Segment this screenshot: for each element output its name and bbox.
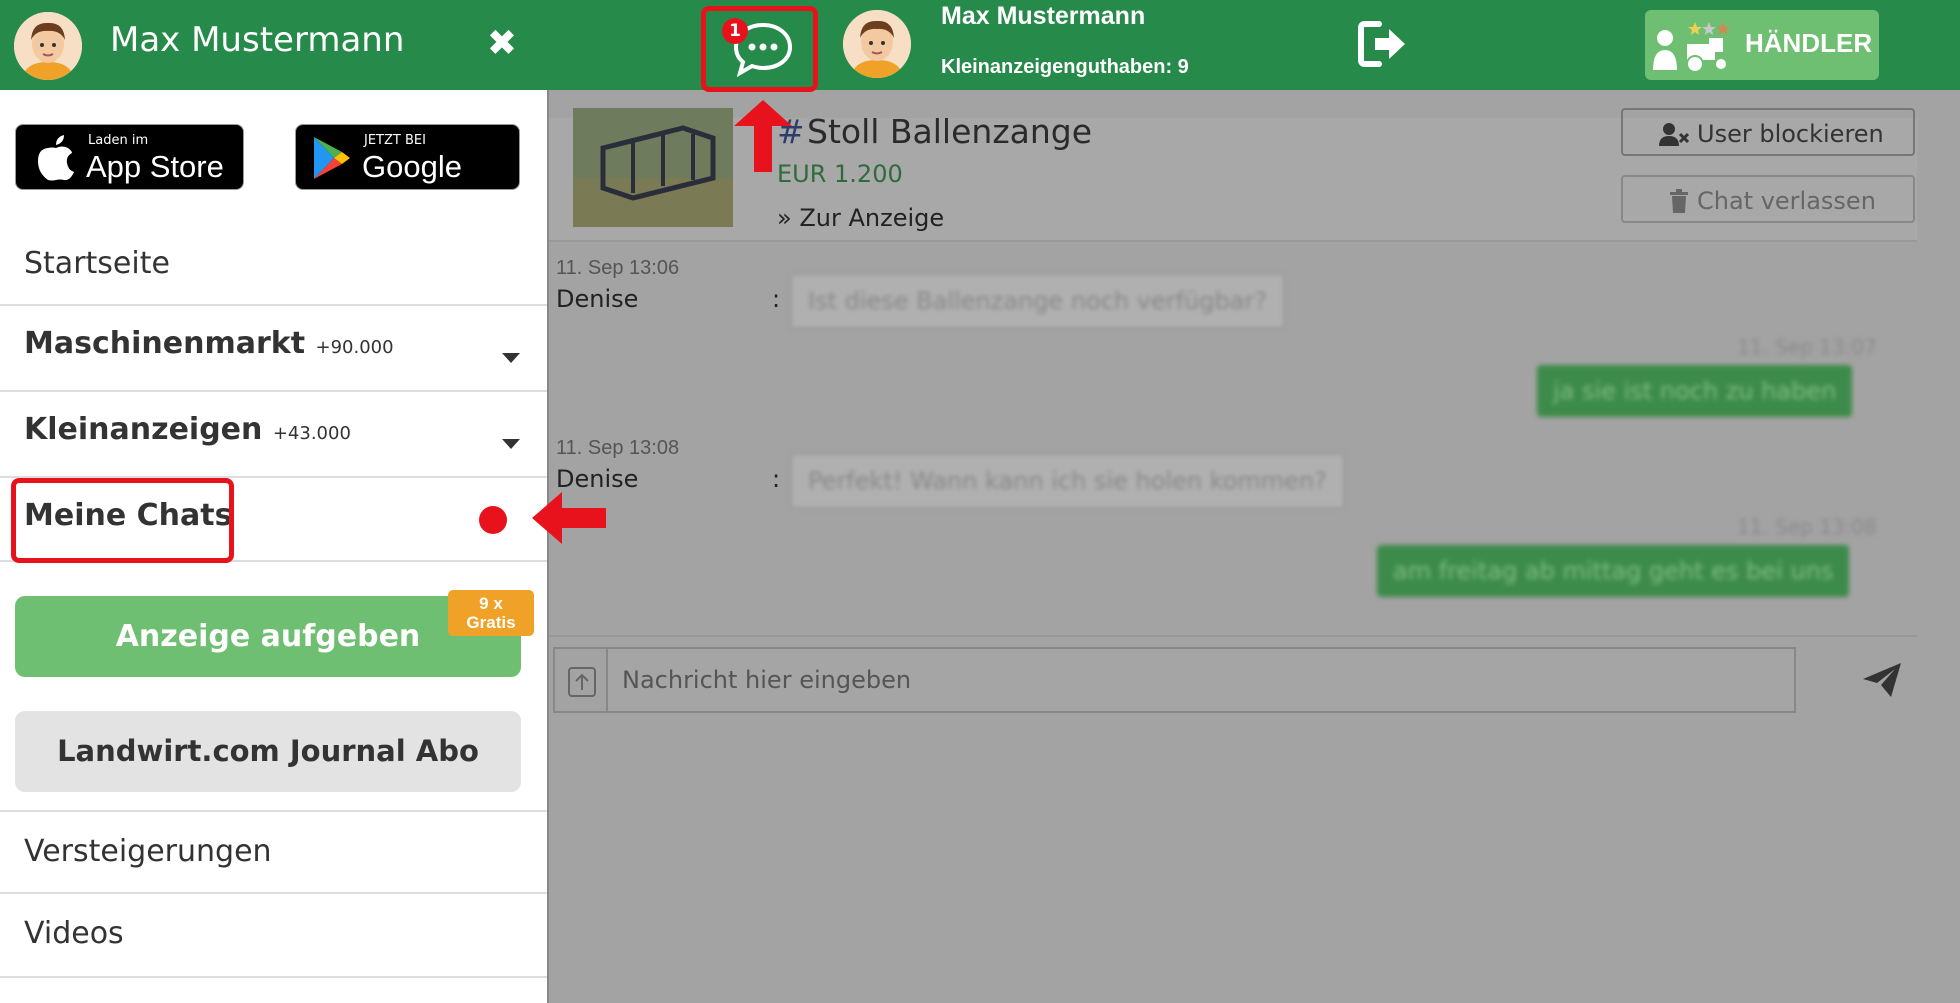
ad-title[interactable]: Stoll Ballenzange xyxy=(807,112,1092,151)
gratis-line-1: 9 x xyxy=(479,594,503,613)
credit-label: Kleinanzeigenguthaben: 9 xyxy=(941,56,1189,78)
message-colon: : xyxy=(772,285,781,313)
chevron-down-icon[interactable] xyxy=(502,353,520,363)
menu-label: Startseite xyxy=(24,246,170,281)
message-bubble-own: ja sie ist noch zu haben xyxy=(1537,365,1853,417)
leave-chat-button[interactable]: Chat verlassen xyxy=(1621,175,1915,223)
menu-count: +43.000 xyxy=(272,423,351,444)
gratis-line-2: Gratis xyxy=(466,613,516,632)
dealer-icon xyxy=(1653,22,1730,73)
journal-button[interactable]: Landwirt.com Journal Abo xyxy=(15,711,521,792)
message-colon: : xyxy=(772,465,781,493)
dealer-button[interactable]: HÄNDLER xyxy=(1645,10,1879,80)
message-time: 11. Sep 13:08 xyxy=(556,437,680,459)
google-play-text: Google Play xyxy=(362,149,462,220)
menu-item-maschinenmarkt[interactable]: Maschinenmarkt +90.000 xyxy=(0,306,547,392)
menu-label: Versteigerungen xyxy=(24,834,272,869)
menu-item-startseite[interactable]: Startseite xyxy=(0,222,547,306)
menu-item-videos[interactable]: Videos xyxy=(0,894,547,978)
menu-count: +90.000 xyxy=(315,337,394,358)
menu-label: Kleinanzeigen xyxy=(24,412,263,447)
message-bubble-own: am freitag ab mittag geht es bei uns xyxy=(1377,545,1850,597)
close-icon[interactable]: ✖ xyxy=(486,24,518,64)
menu-item-kleinanzeigen[interactable]: Kleinanzeigen +43.000 xyxy=(0,392,547,478)
message-list: 11. Sep 13:06 Denise : Ist diese Ballenz… xyxy=(549,245,1917,637)
scrollbar-track[interactable] xyxy=(1917,90,1960,1003)
upload-button[interactable] xyxy=(553,647,607,713)
google-play-icon xyxy=(314,137,350,179)
chat-notification-badge: 1 xyxy=(722,18,748,44)
side-drawer: Laden im App Store JETZT BEI Google Play… xyxy=(0,90,549,1003)
message-time: 11. Sep 13:07 xyxy=(1737,335,1877,359)
chevron-down-icon[interactable] xyxy=(502,439,520,449)
ad-thumbnail[interactable] xyxy=(573,108,733,227)
upload-icon xyxy=(568,667,596,697)
ad-link[interactable]: » Zur Anzeige xyxy=(777,204,944,232)
unread-dot xyxy=(479,506,507,534)
app-store-small-text: Laden im xyxy=(88,133,149,148)
menu-label-group: Maschinenmarkt +90.000 xyxy=(24,326,394,361)
message-bubble: Ist diese Ballenzange noch verfügbar? xyxy=(790,273,1286,329)
google-play-small-text: JETZT BEI xyxy=(364,133,426,148)
menu-label: Maschinenmarkt xyxy=(24,326,306,361)
annotation-arrow-left xyxy=(532,492,606,544)
message-time: 11. Sep 13:06 xyxy=(556,257,680,279)
apple-icon xyxy=(38,135,74,181)
annotation-arrow-up xyxy=(734,100,792,172)
chat-button[interactable]: 1 xyxy=(701,6,818,92)
highlight-meine-chats xyxy=(11,478,234,563)
message-input[interactable]: Nachricht hier eingeben xyxy=(606,647,1796,713)
dealer-label: HÄNDLER xyxy=(1745,28,1873,58)
app-store-badge[interactable]: Laden im App Store xyxy=(15,124,244,190)
message-input-row: Nachricht hier eingeben xyxy=(549,635,1917,722)
send-icon[interactable] xyxy=(1861,661,1903,699)
gratis-badge: 9 x Gratis xyxy=(448,590,534,636)
message-sender: Denise xyxy=(556,285,639,313)
drawer-avatar[interactable] xyxy=(14,12,82,80)
chat-pane: # Stoll Ballenzange EUR 1.200 » Zur Anze… xyxy=(549,90,1917,722)
post-ad-button[interactable]: Anzeige aufgeben xyxy=(15,596,521,677)
app-store-text: App Store xyxy=(86,149,224,184)
drawer-user-name: Max Mustermann xyxy=(110,20,405,60)
menu-label-group: Kleinanzeigen +43.000 xyxy=(24,412,351,447)
google-play-badge[interactable]: JETZT BEI Google Play xyxy=(295,124,520,220)
message-bubble: Perfekt! Wann kann ich sie holen kommen? xyxy=(790,453,1345,509)
menu-item-versteigerungen[interactable]: Versteigerungen xyxy=(0,810,547,894)
block-user-label: User blockieren xyxy=(1697,120,1884,148)
message-time: 11. Sep 13:08 xyxy=(1737,515,1877,539)
trash-icon xyxy=(1670,189,1688,213)
top-user-name[interactable]: Max Mustermann xyxy=(941,2,1145,31)
menu-label: Videos xyxy=(24,916,124,951)
drawer-header: Max Mustermann ✖ xyxy=(0,0,549,90)
logout-icon[interactable] xyxy=(1357,20,1409,68)
top-avatar[interactable] xyxy=(843,10,911,78)
leave-chat-label: Chat verlassen xyxy=(1697,187,1876,215)
user-block-icon xyxy=(1659,123,1689,146)
block-user-button[interactable]: User blockieren xyxy=(1621,108,1915,156)
